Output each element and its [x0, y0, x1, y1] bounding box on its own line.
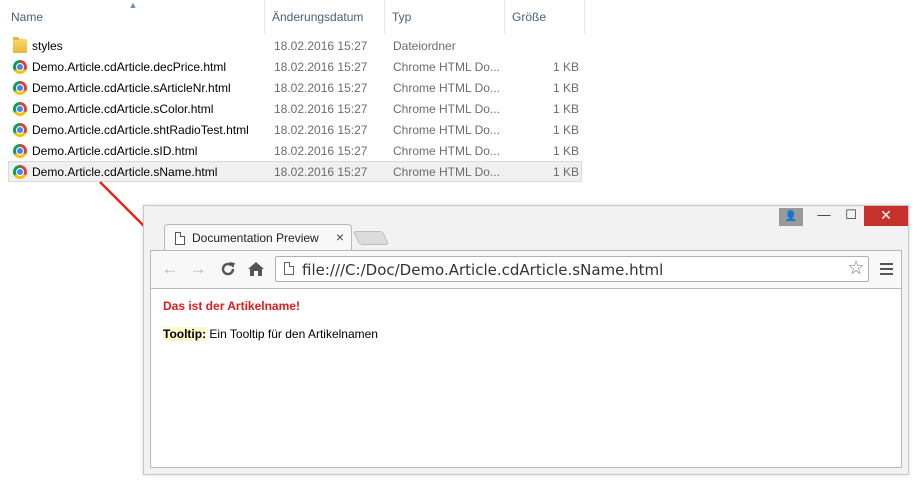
reload-glyph [221, 262, 235, 276]
browser-toolbar: ← → file:///C:/Doc/Demo.Article.cdArticl… [150, 250, 902, 288]
file-date: 18.02.2016 15:27 [274, 39, 368, 53]
tooltip-label: Tooltip: [163, 327, 207, 341]
file-size: 1 KB [552, 144, 579, 158]
tab-title: Documentation Preview [192, 231, 319, 245]
file-date: 18.02.2016 15:27 [274, 102, 368, 116]
file-name: Demo.Article.cdArticle.sID.html [32, 144, 198, 158]
browser-window: 👤 — ☐ ✕ Documentation Preview × ← → file… [143, 205, 909, 475]
file-row[interactable]: Demo.Article.cdArticle.shtRadioTest.html… [8, 119, 582, 140]
file-date: 18.02.2016 15:27 [274, 60, 368, 74]
file-explorer: Name ▲ Änderungsdatum Typ Größe styles 18… [0, 0, 600, 200]
file-size: 1 KB [552, 81, 579, 95]
address-bar[interactable]: file:///C:/Doc/Demo.Article.cdArticle.sN… [275, 256, 869, 282]
file-row[interactable]: styles 18.02.2016 15:27 Dateiordner [8, 35, 582, 56]
file-date: 18.02.2016 15:27 [274, 165, 368, 179]
chrome-icon [13, 144, 27, 158]
file-name: Demo.Article.cdArticle.sColor.html [32, 102, 214, 116]
file-row[interactable]: Demo.Article.cdArticle.sName.html 18.02.2… [8, 161, 582, 182]
back-arrow-icon[interactable]: ← [159, 258, 181, 280]
page-icon [284, 262, 294, 275]
column-header-size[interactable]: Größe [505, 0, 585, 34]
file-size: 1 KB [552, 102, 579, 116]
reload-icon[interactable] [217, 258, 239, 280]
file-date: 18.02.2016 15:27 [274, 123, 368, 137]
chrome-icon [13, 102, 27, 116]
sort-ascending-icon: ▲ [128, 0, 138, 10]
maximize-button[interactable]: ☐ [838, 206, 864, 226]
chrome-icon [13, 81, 27, 95]
folder-icon [13, 37, 27, 53]
file-name: Demo.Article.cdArticle.decPrice.html [32, 60, 227, 74]
file-type: Chrome HTML Do... [393, 144, 500, 158]
minimize-button[interactable]: — [810, 206, 838, 226]
home-icon[interactable] [245, 258, 267, 280]
forward-arrow-icon[interactable]: → [187, 258, 209, 280]
new-tab-button[interactable] [352, 231, 390, 245]
file-size: 1 KB [552, 123, 579, 137]
tooltip-line: Tooltip: Ein Tooltip für den Artikelname… [163, 327, 378, 341]
file-date: 18.02.2016 15:27 [274, 144, 368, 158]
file-type: Chrome HTML Do... [393, 60, 500, 74]
file-type: Chrome HTML Do... [393, 81, 500, 95]
tab-close-icon[interactable]: × [333, 229, 347, 245]
url-text[interactable]: file:///C:/Doc/Demo.Article.cdArticle.sN… [302, 261, 663, 279]
column-header-name-label: Name [11, 10, 44, 24]
close-window-button[interactable]: ✕ [864, 206, 908, 226]
file-type: Chrome HTML Do... [393, 102, 500, 116]
file-row[interactable]: Demo.Article.cdArticle.sColor.html 18.02.… [8, 98, 582, 119]
file-size: 1 KB [552, 165, 579, 179]
file-row[interactable]: Demo.Article.cdArticle.sArticleNr.html 18… [8, 77, 582, 98]
page-heading: Das ist der Artikelname! [163, 299, 300, 313]
column-header-type[interactable]: Typ [385, 0, 505, 34]
column-header-date[interactable]: Änderungsdatum [265, 0, 385, 34]
chrome-icon [13, 165, 27, 179]
chrome-icon [13, 123, 27, 137]
user-profile-icon[interactable]: 👤 [779, 208, 803, 226]
file-type: Dateiordner [393, 39, 456, 53]
page-content: Das ist der Artikelname! Tooltip: Ein To… [150, 288, 902, 468]
file-name: Demo.Article.cdArticle.sArticleNr.html [32, 81, 231, 95]
file-type: Chrome HTML Do... [393, 165, 500, 179]
file-row[interactable]: Demo.Article.cdArticle.sID.html 18.02.201… [8, 140, 582, 161]
file-name: styles [32, 39, 63, 53]
file-date: 18.02.2016 15:27 [274, 81, 368, 95]
home-glyph [248, 262, 264, 276]
menu-icon[interactable] [877, 260, 895, 278]
file-name: Demo.Article.cdArticle.sName.html [32, 165, 218, 179]
bookmark-star-icon[interactable]: ☆ [846, 258, 866, 280]
file-row[interactable]: Demo.Article.cdArticle.decPrice.html 18.0… [8, 56, 582, 77]
file-name: Demo.Article.cdArticle.shtRadioTest.html [32, 123, 249, 137]
tooltip-text: Ein Tooltip für den Artikelnamen [206, 327, 378, 341]
page-icon [175, 232, 185, 245]
column-header-name[interactable]: Name ▲ [0, 0, 265, 34]
file-type: Chrome HTML Do... [393, 123, 500, 137]
file-size: 1 KB [552, 60, 579, 74]
chrome-icon [13, 60, 27, 74]
browser-tab[interactable]: Documentation Preview × [164, 224, 352, 251]
